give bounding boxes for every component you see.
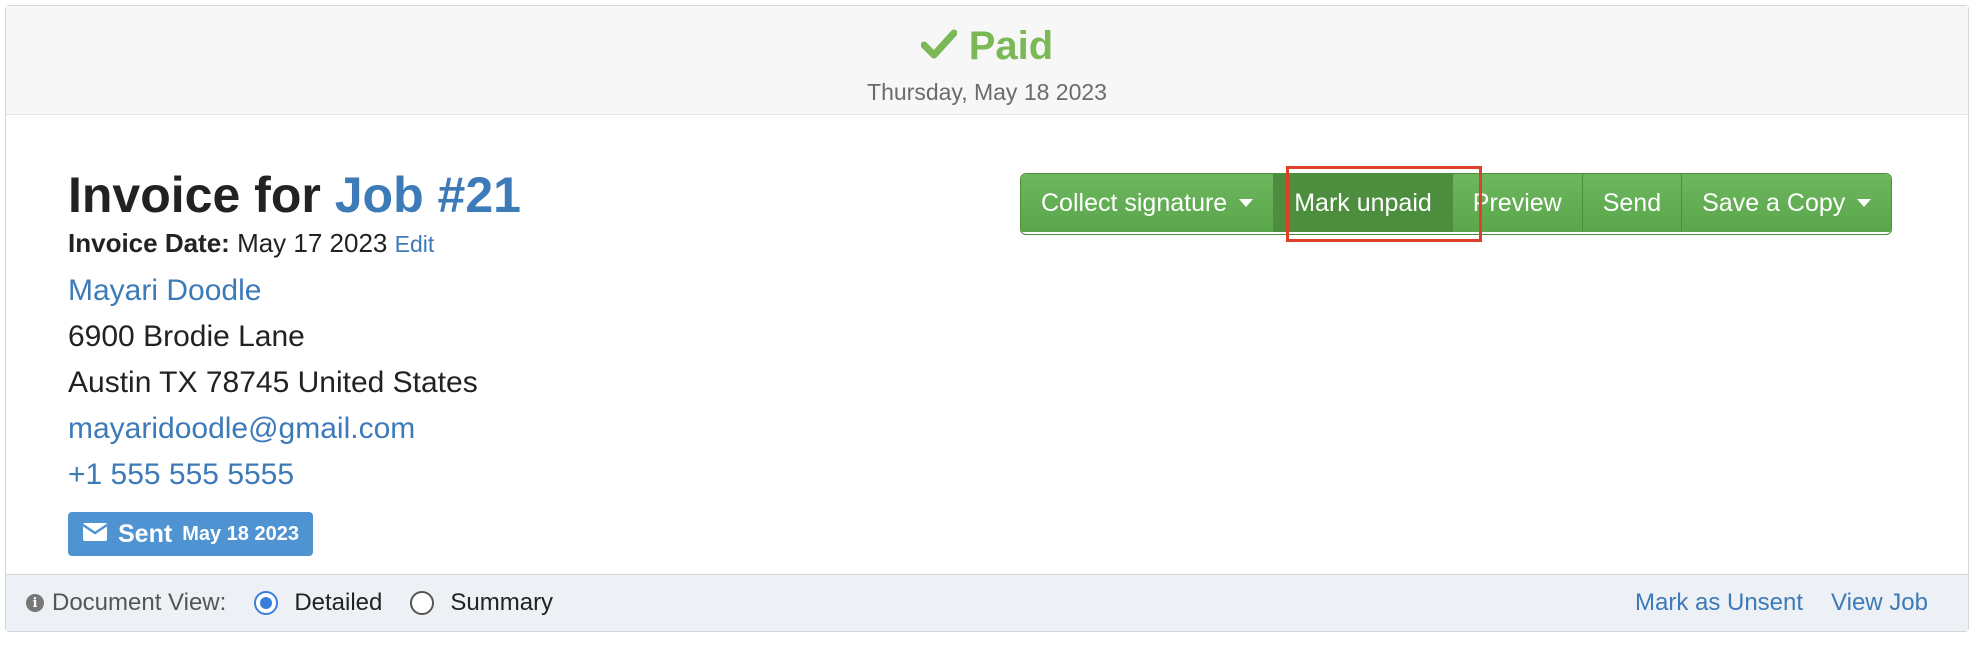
chevron-down-icon [1239,199,1254,207]
collect-signature-label: Collect signature [1041,188,1228,217]
status-label: Paid [968,24,1054,68]
chevron-down-icon [1857,199,1872,207]
job-link[interactable]: Job #21 [335,167,521,223]
summary-label[interactable]: Summary [450,589,553,617]
client-email-link[interactable]: mayaridoodle@gmail.com [68,412,415,446]
detailed-label[interactable]: Detailed [294,589,382,617]
detailed-radio[interactable] [254,591,279,615]
save-copy-label: Save a Copy [1702,188,1846,217]
status-date: Thursday, May 18 2023 [867,79,1107,105]
client-phone-link[interactable]: +1 555 555 5555 [68,458,294,492]
client-address-line-2: Austin TX 78745 United States [68,366,478,399]
preview-label: Preview [1472,188,1562,217]
envelope-icon [82,522,108,547]
mark-as-unsent-link[interactable]: Mark as Unsent [1635,589,1803,617]
client-address-line-1: 6900 Brodie Lane [68,320,305,353]
client-name-link[interactable]: Mayari Doodle [68,274,261,308]
document-view-bar: i Document View: Detailed Summary Mark a… [6,574,1968,631]
summary-radio[interactable] [410,591,435,615]
invoice-title-prefix: Invoice for [68,167,321,223]
status-header: Paid Thursday, May 18 2023 [6,6,1968,115]
invoice-date-value: May 17 2023 [237,228,388,258]
invoice-card: Paid Thursday, May 18 2023 Invoice for J… [5,5,1969,632]
status-title: Paid [6,24,1968,69]
sent-status-badge: Sent May 18 2023 [68,512,313,556]
sent-label: Sent [118,519,173,548]
invoice-title: Invoice for Job #21 [68,166,521,224]
preview-button[interactable]: Preview [1452,174,1583,232]
invoice-actions-toolbar: Collect signature Mark unpaid Preview Se… [1020,173,1893,235]
checkmark-icon [920,24,958,69]
collect-signature-button[interactable]: Collect signature [1021,174,1275,232]
sent-date: May 18 2023 [182,522,299,545]
send-button[interactable]: Send [1582,174,1683,232]
invoice-date-label: Invoice Date: [68,228,230,258]
invoice-date-line: Invoice Date: May 17 2023 Edit [68,228,434,259]
mark-unpaid-label: Mark unpaid [1294,188,1432,217]
save-copy-button[interactable]: Save a Copy [1682,174,1892,232]
document-view-label: Document View: [52,589,227,616]
mark-unpaid-button[interactable]: Mark unpaid [1274,174,1453,232]
send-label: Send [1602,188,1662,217]
edit-date-link[interactable]: Edit [395,231,435,257]
view-job-link[interactable]: View Job [1831,589,1928,617]
info-icon: i [26,594,44,612]
